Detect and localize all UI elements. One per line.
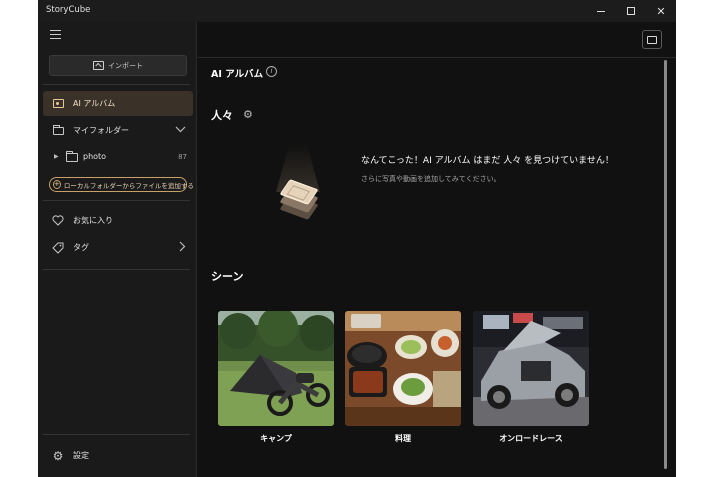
scene-card-food[interactable]: 料理 [345, 311, 461, 444]
empty-state-subtitle: さらに写真や動画を追加してみてください。 [361, 175, 501, 183]
page-title: AI アルバム [211, 69, 264, 80]
scrollbar-thumb[interactable] [664, 60, 667, 469]
sidebar-item-label: マイフォルダー [73, 126, 129, 135]
folder-tree-item-photo[interactable]: ▶ photo 87 [48, 150, 193, 166]
sidebar-item-label: タグ [73, 243, 89, 252]
empty-state-title: なんてこった！AI アルバム はまだ 人々 を見つけていません！ [361, 156, 614, 166]
scene-card-camping[interactable]: キャンプ [218, 311, 334, 444]
tag-icon [52, 242, 64, 254]
scene-thumbnail[interactable] [345, 311, 461, 426]
divider [43, 269, 190, 270]
minimize-button[interactable] [586, 0, 616, 22]
sidebar: インポート AI アルバム マイフォルダー ▶ photo 87 + ローカルフ… [38, 22, 197, 477]
divider [43, 200, 190, 201]
sidebar-item-label: お気に入り [73, 216, 113, 225]
chevron-right-icon[interactable] [179, 241, 186, 255]
settings-label: 設定 [73, 451, 89, 460]
maximize-button[interactable] [616, 0, 646, 22]
people-heading: 人々 [211, 109, 233, 122]
plus-icon: + [53, 180, 61, 189]
settings-button[interactable]: ⚙ 設定 [43, 443, 193, 468]
title-bar: StoryCube ✕ [38, 0, 676, 22]
chevron-down-icon[interactable] [175, 125, 186, 136]
hamburger-icon[interactable] [50, 30, 61, 39]
slideshow-button[interactable] [642, 30, 662, 49]
app-window: StoryCube ✕ インポート AI アルバム マイフォルダー ▶ phot… [38, 0, 676, 477]
item-count: 87 [178, 153, 187, 161]
close-icon: ✕ [656, 4, 666, 18]
import-button[interactable]: インポート [49, 55, 187, 76]
vertical-scrollbar[interactable] [664, 58, 668, 471]
album-icon [52, 98, 64, 110]
import-label: インポート [108, 61, 143, 70]
minimize-icon [597, 10, 605, 12]
scene-card-on-road-race[interactable]: オンロードレース [473, 311, 589, 444]
scene-card-label: 料理 [395, 434, 411, 443]
close-button[interactable]: ✕ [646, 0, 676, 22]
scene-thumbnail[interactable] [473, 311, 589, 426]
maximize-icon [627, 7, 635, 15]
slideshow-icon [647, 35, 657, 44]
caret-right-icon[interactable]: ▶ [54, 153, 59, 160]
scene-card-label: オンロードレース [499, 434, 563, 443]
sidebar-item-favorites[interactable]: お気に入り [43, 208, 193, 233]
add-folder-label: ローカルフォルダーからファイルを追加する [63, 181, 194, 190]
gear-icon: ⚙ [52, 448, 64, 463]
divider [43, 434, 190, 435]
folder-icon [52, 124, 64, 137]
scenes-heading: シーン [211, 270, 244, 283]
app-title: StoryCube [46, 5, 91, 15]
info-icon[interactable]: i [266, 66, 277, 77]
main-content: AI アルバム i 人々 ⚙ なんてこった！AI アルバム はまだ 人々 を見つ… [198, 22, 676, 477]
divider [198, 57, 676, 58]
divider [43, 84, 190, 85]
sidebar-item-my-folders[interactable]: マイフォルダー [43, 118, 193, 143]
folder-icon [66, 151, 78, 162]
sidebar-item-label: AI アルバム [73, 99, 116, 108]
tree-item-label: photo [83, 152, 107, 161]
image-import-icon [93, 61, 104, 70]
scene-card-label: キャンプ [260, 434, 292, 443]
heart-icon [52, 215, 64, 227]
sidebar-item-tags[interactable]: タグ [43, 235, 193, 260]
gear-icon[interactable]: ⚙ [243, 108, 253, 121]
add-local-folder-button[interactable]: + ローカルフォルダーからファイルを追加する [49, 177, 194, 192]
scene-thumbnail[interactable] [218, 311, 334, 426]
sidebar-item-ai-album[interactable]: AI アルバム [43, 91, 193, 116]
empty-photos-illustration [274, 144, 324, 220]
